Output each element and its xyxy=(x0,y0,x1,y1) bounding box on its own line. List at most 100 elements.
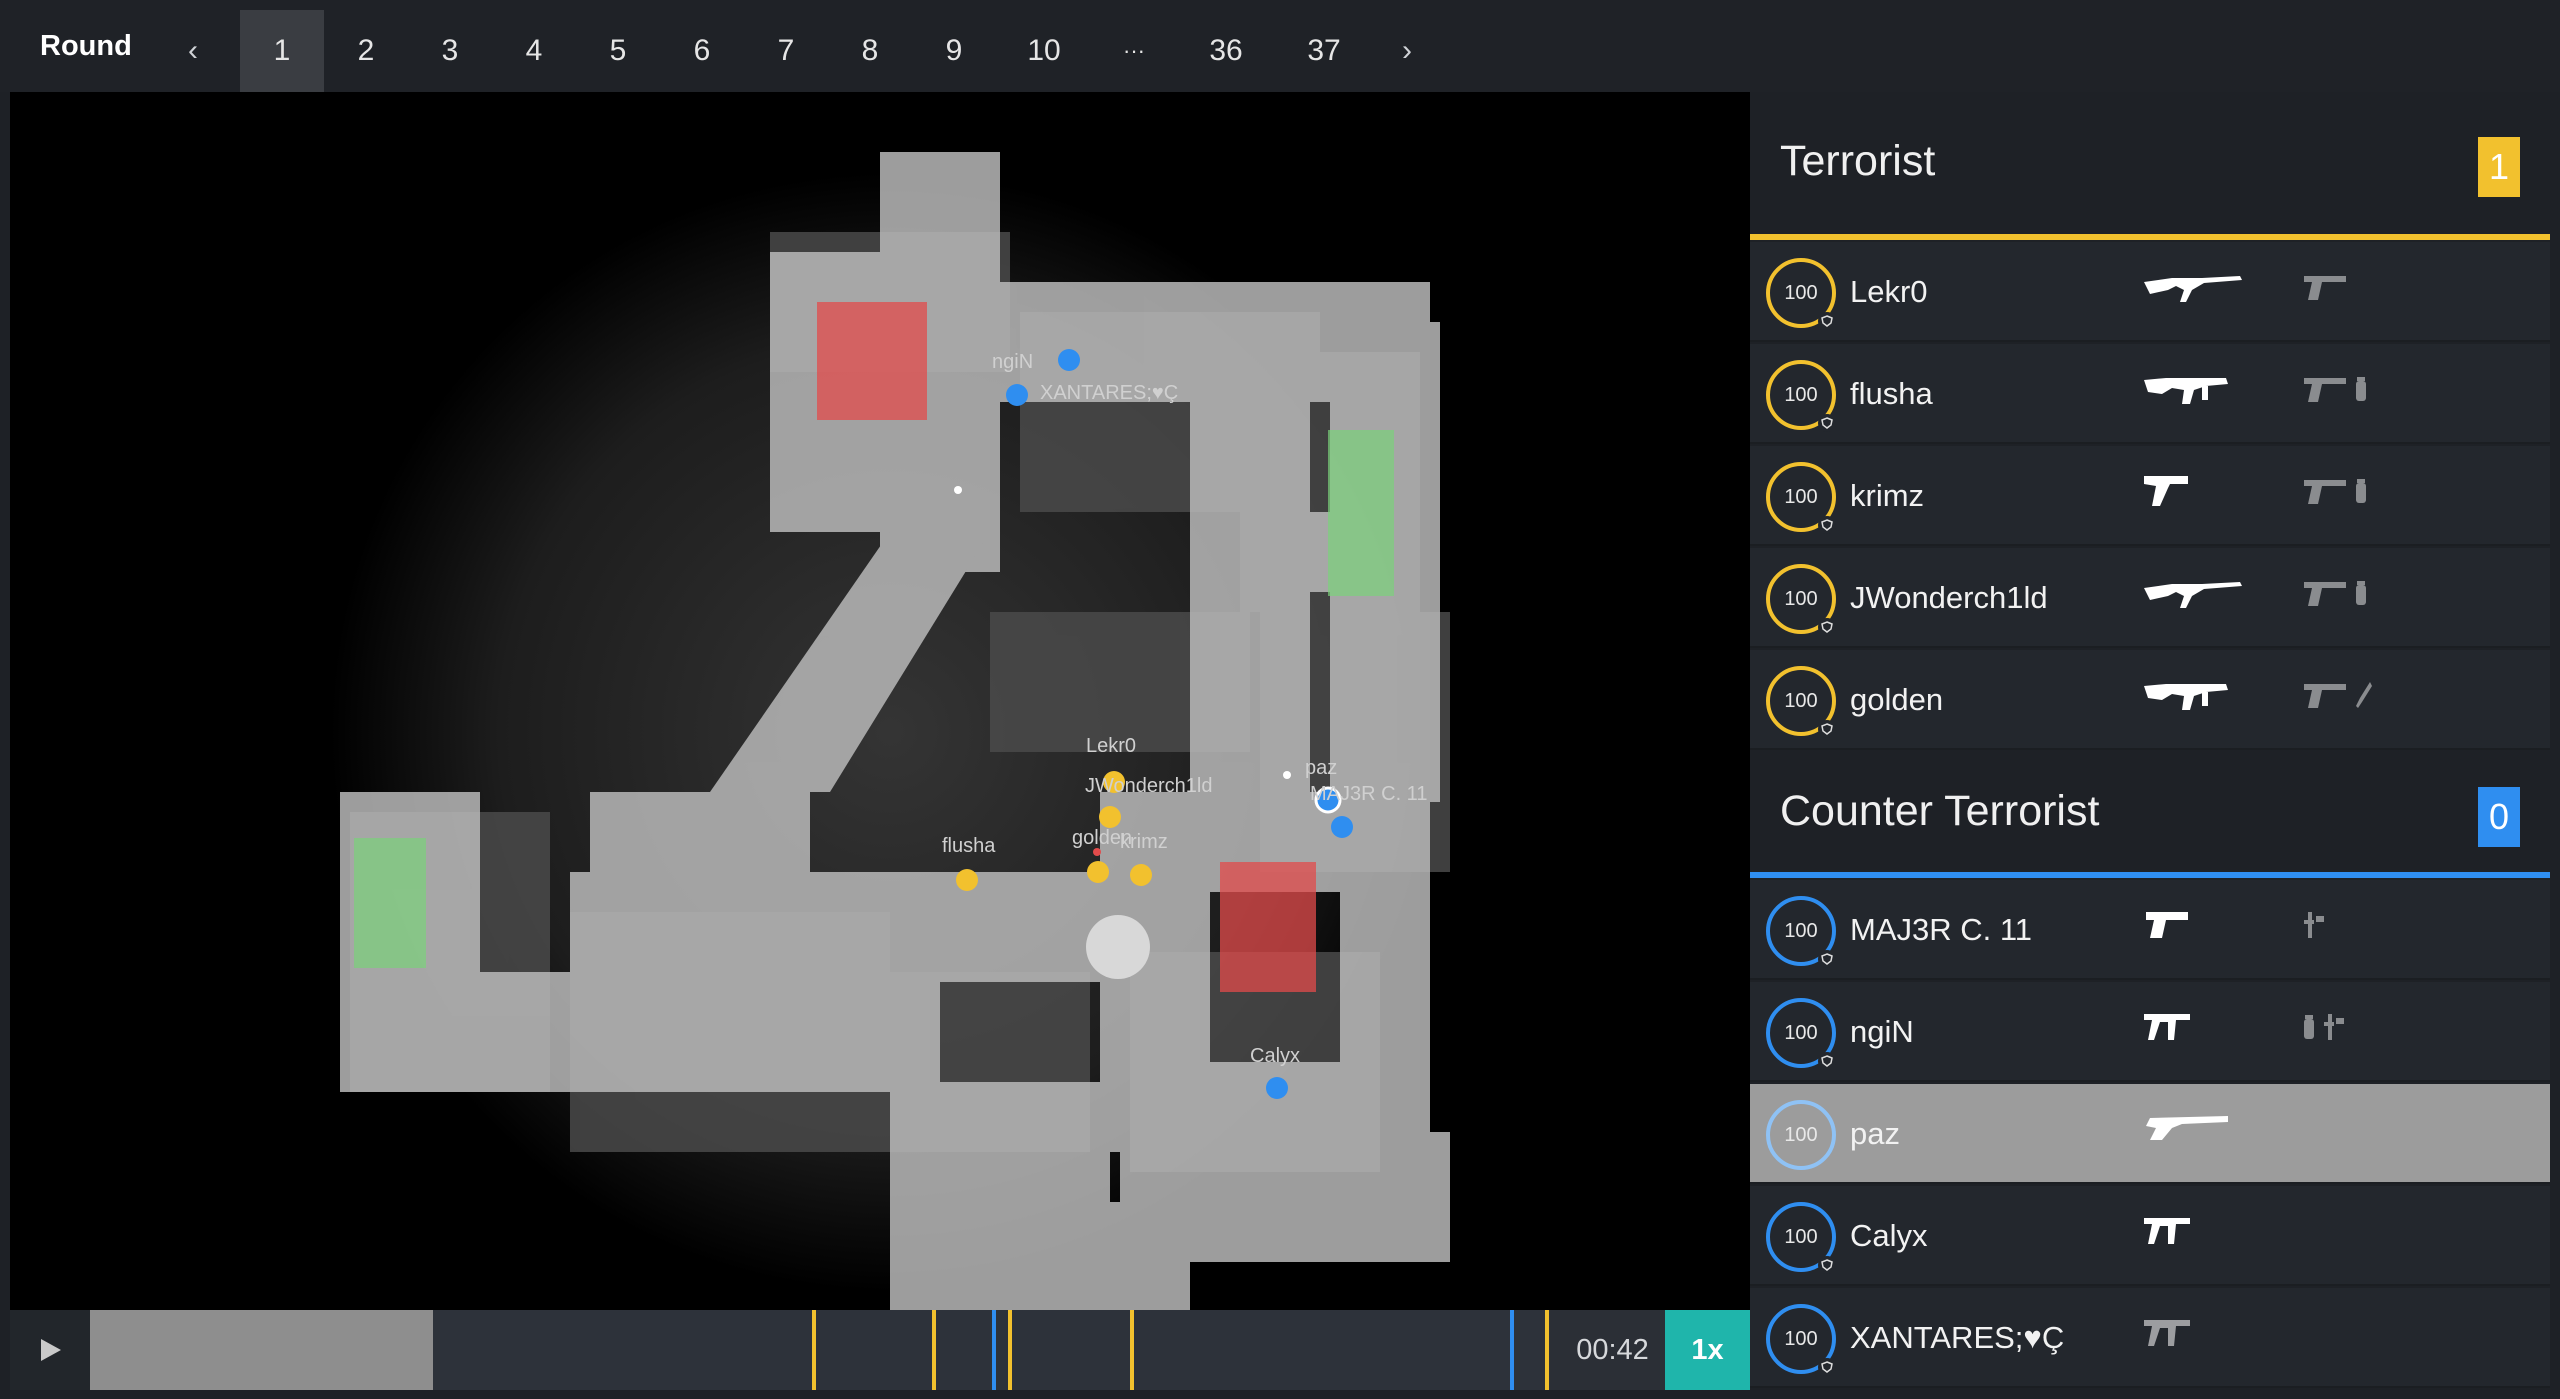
player-marker[interactable] xyxy=(956,869,978,891)
map-label-xantares: XANTARES;♥Ç xyxy=(1040,382,1178,404)
round-page-ellipsis[interactable]: ··· xyxy=(1092,10,1176,92)
ak47-icon xyxy=(2142,268,2246,309)
waypoint-dot xyxy=(1283,771,1291,779)
player-name: krimz xyxy=(1850,478,1925,513)
round-page-3[interactable]: 3 xyxy=(408,10,492,92)
health-value: 100 xyxy=(1784,1225,1818,1248)
map-label-krimz: krimz xyxy=(1120,831,1168,853)
health-ring: 100 xyxy=(1766,462,1836,534)
armor-icon xyxy=(1818,618,1836,636)
map-label-lekr0: Lekr0 xyxy=(1086,735,1136,757)
grenade-icon xyxy=(2354,579,2368,612)
ct-divider xyxy=(1750,872,2550,878)
round-page-1[interactable]: 1 xyxy=(240,10,324,92)
bombsite-a xyxy=(817,302,927,420)
player-name: Lekr0 xyxy=(1850,274,1928,309)
next-round-button[interactable]: › xyxy=(1382,10,1432,92)
player-row[interactable]: 100 JWonderch1ld xyxy=(1750,548,2550,648)
pistol-icon xyxy=(2302,476,2348,511)
player-marker[interactable] xyxy=(1331,816,1353,838)
timeline-track[interactable] xyxy=(90,1310,1550,1390)
player-marker[interactable] xyxy=(1130,864,1152,886)
timeline-event-marker[interactable] xyxy=(992,1310,996,1390)
round-navigation: Round ‹ 1 2 3 4 5 6 7 8 9 10 ··· 36 37 › xyxy=(0,0,2560,92)
player-marker[interactable] xyxy=(1099,806,1121,828)
smoke-grenade xyxy=(1086,915,1150,979)
player-row[interactable]: 100 paz xyxy=(1750,1084,2550,1184)
health-value: 100 xyxy=(1784,689,1818,712)
map-label-paz: paz xyxy=(1305,757,1337,779)
round-page-7[interactable]: 7 xyxy=(744,10,828,92)
round-page-6[interactable]: 6 xyxy=(660,10,744,92)
mp7-icon xyxy=(2142,1212,2192,1253)
player-row[interactable]: 100 XANTARES;♥Ç xyxy=(1750,1288,2550,1388)
player-marker[interactable] xyxy=(1266,1077,1288,1099)
round-page-9[interactable]: 9 xyxy=(912,10,996,92)
t-spawn-zone xyxy=(354,838,426,968)
defuse-kit-icon xyxy=(2302,910,2328,945)
round-page-2[interactable]: 2 xyxy=(324,10,408,92)
timeline-event-marker[interactable] xyxy=(812,1310,816,1390)
bombsite-b xyxy=(1220,862,1316,992)
health-ring: 100 xyxy=(1766,564,1836,636)
bullet-dot xyxy=(1093,848,1101,856)
player-row[interactable]: 100 ngiN xyxy=(1750,982,2550,1082)
player-row[interactable]: 100 Calyx xyxy=(1750,1186,2550,1286)
health-value: 100 xyxy=(1784,587,1818,610)
timeline-event-marker[interactable] xyxy=(1545,1310,1549,1390)
player-marker[interactable] xyxy=(1058,349,1080,371)
armor-icon xyxy=(1818,950,1836,968)
player-marker[interactable] xyxy=(1087,861,1109,883)
health-value: 100 xyxy=(1784,1021,1818,1044)
health-value: 100 xyxy=(1784,383,1818,406)
round-label: Round xyxy=(40,30,132,62)
player-marker[interactable] xyxy=(1006,384,1028,406)
armor-icon xyxy=(1818,312,1836,330)
ct-team-name: Counter Terrorist xyxy=(1780,787,2100,835)
player-row[interactable]: 100 flusha xyxy=(1750,344,2550,444)
round-page-4[interactable]: 4 xyxy=(492,10,576,92)
health-ring: 100 xyxy=(1766,896,1836,968)
health-value: 100 xyxy=(1784,485,1818,508)
player-name: Calyx xyxy=(1850,1218,1928,1253)
timeline-event-marker[interactable] xyxy=(1130,1310,1134,1390)
map-canvas: ngiN XANTARES;♥Ç Lekr0 JWonderch1ld paz … xyxy=(330,152,1450,1310)
prev-round-button[interactable]: ‹ xyxy=(168,10,218,92)
map-label-jwonderch1ld: JWonderch1ld xyxy=(1085,775,1212,797)
timeline-event-marker[interactable] xyxy=(932,1310,936,1390)
player-name: paz xyxy=(1850,1116,1900,1151)
player-row[interactable]: 100 krimz xyxy=(1750,446,2550,546)
health-ring: 100 xyxy=(1766,258,1836,330)
mp9-icon xyxy=(2142,676,2232,717)
deagle-icon xyxy=(2142,906,2192,947)
round-page-37[interactable]: 37 xyxy=(1276,10,1372,92)
round-page-5[interactable]: 5 xyxy=(576,10,660,92)
player-row[interactable]: 100 MAJ3R C. 11 xyxy=(1750,880,2550,980)
player-name: MAJ3R C. 11 xyxy=(1850,912,2033,947)
ct-score-badge: 0 xyxy=(2478,787,2520,847)
player-row[interactable]: 100 Lekr0 xyxy=(1750,242,2550,342)
health-value: 100 xyxy=(1784,281,1818,304)
player-row[interactable]: 100 golden xyxy=(1750,650,2550,750)
timeline-event-marker[interactable] xyxy=(1510,1310,1514,1390)
map-label-calyx: Calyx xyxy=(1250,1045,1300,1067)
timeline-bar: 00:42 1x xyxy=(10,1310,1750,1390)
utility-slots xyxy=(2302,374,2368,409)
round-page-8[interactable]: 8 xyxy=(828,10,912,92)
speed-button[interactable]: 1x xyxy=(1665,1310,1750,1390)
waypoint-dot xyxy=(954,486,962,494)
utility-slots xyxy=(2302,578,2368,613)
play-button[interactable] xyxy=(10,1310,90,1390)
play-icon xyxy=(41,1339,61,1361)
player-name: XANTARES;♥Ç xyxy=(1850,1320,2065,1355)
defuse-kit-icon xyxy=(2322,1012,2348,1047)
round-page-36[interactable]: 36 xyxy=(1176,10,1276,92)
scout-icon xyxy=(2142,1110,2232,1151)
terrorist-score-badge: 1 xyxy=(2478,137,2520,197)
round-page-10[interactable]: 10 xyxy=(996,10,1092,92)
ct-spawn-zone xyxy=(1328,430,1394,596)
health-ring: 100 xyxy=(1766,1304,1836,1376)
map-view[interactable]: ngiN XANTARES;♥Ç Lekr0 JWonderch1ld paz … xyxy=(10,92,1750,1310)
scoreboard-panel: Terrorist 1 Counter Terrorist 0 100 Lekr0… xyxy=(1750,92,2550,1399)
timeline-event-marker[interactable] xyxy=(1008,1310,1012,1390)
